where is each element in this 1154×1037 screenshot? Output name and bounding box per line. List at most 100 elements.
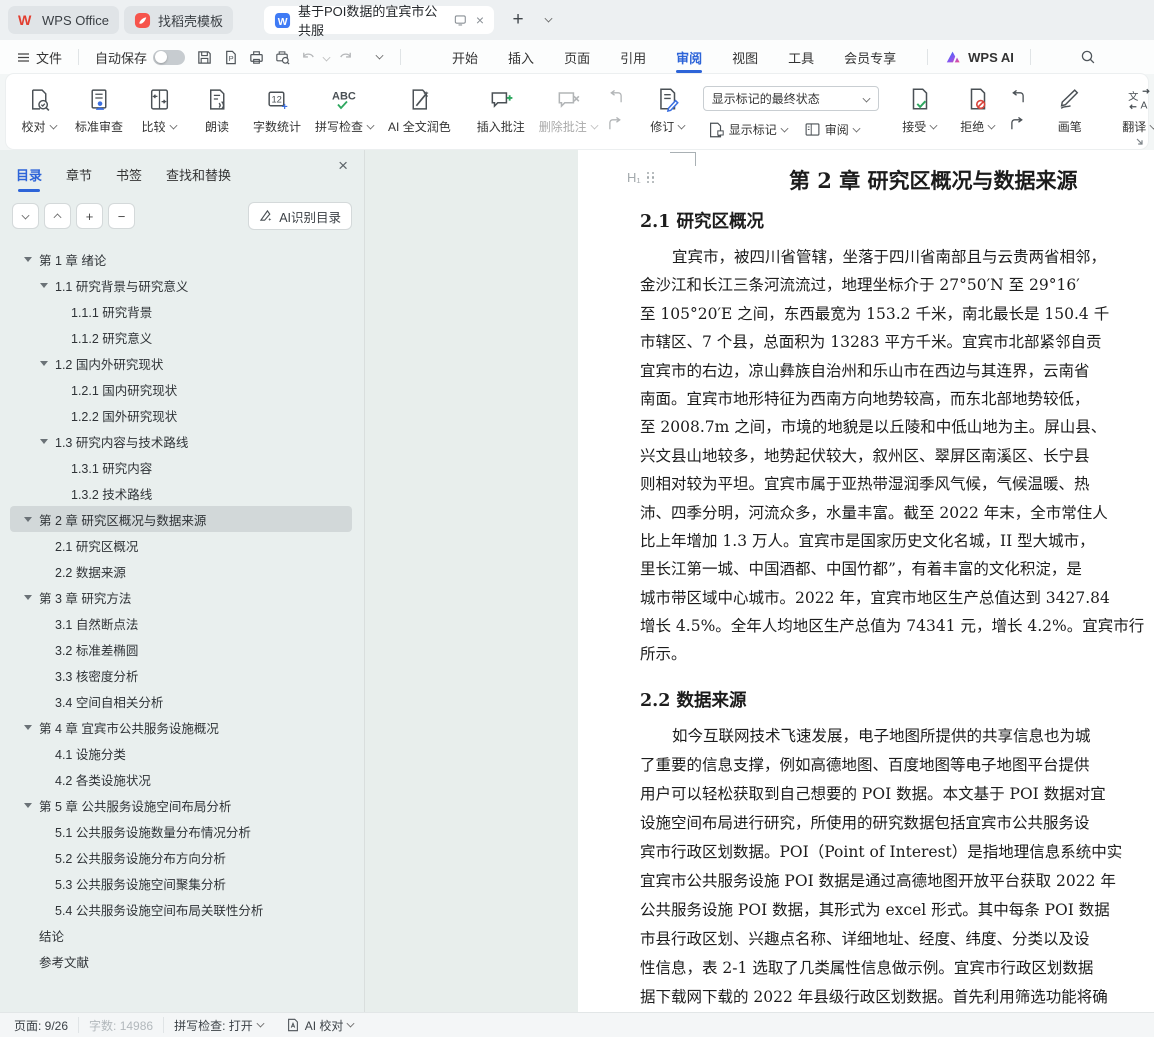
document-page[interactable]: H₁ 第 2 章 研究区概况与数据来源 2.1 研究区概况 宜宾市，被四川省管辖… [578,150,1154,1012]
delete-comment-button[interactable]: 删除批注 [532,79,605,139]
expand-triangle-icon[interactable] [40,361,48,366]
autosave-switch[interactable] [153,50,185,65]
accept-change-button[interactable]: 接受 [891,79,949,139]
toc-item[interactable]: 第 4 章 宜宾市公共服务设施概况 [10,714,352,740]
toc-item[interactable]: 1.1 研究背景与研究意义 [10,272,352,298]
ribbon-tab[interactable]: 审阅 [661,40,717,74]
sidebar-close-icon[interactable]: × [338,156,348,176]
ribbon-expand-icon[interactable] [1134,136,1144,146]
sidebar-tab[interactable]: 目录 [16,165,42,184]
brush-button[interactable]: 画笔 [1041,79,1099,139]
heading-level-badge[interactable]: H₁ [627,170,655,185]
toc-item[interactable]: 第 5 章 公共服务设施空间布局分析 [10,792,352,818]
word-count-button[interactable]: 12 + 字数统计 [246,79,308,139]
toc-item[interactable]: 1.3.2 技术路线 [10,480,352,506]
toc-item[interactable]: 4.2 各类设施状况 [10,766,352,792]
expand-triangle-icon[interactable] [24,595,32,600]
previous-change-button[interactable] [1007,86,1029,108]
toc-item[interactable]: 第 3 章 研究方法 [10,584,352,610]
toc-item[interactable]: 5.4 公共服务设施空间布局关联性分析 [10,896,352,922]
tab-wps-office[interactable]: W WPS Office [8,6,119,34]
toc-item[interactable]: 第 2 章 研究区概况与数据来源 [10,506,352,532]
sidebar-tab[interactable]: 查找和替换 [166,165,231,184]
toc-item[interactable]: 5.1 公共服务设施数量分布情况分析 [10,818,352,844]
autosave-toggle[interactable]: 自动保存 [89,44,191,70]
toc-item[interactable]: 3.4 空间自相关分析 [10,688,352,714]
markup-state-select[interactable]: 显示标记的最终状态 [703,86,879,111]
track-changes-button[interactable]: 修订 [639,79,697,139]
insert-comment-button[interactable]: 插入批注 [470,79,532,139]
toc-item[interactable]: 1.1.1 研究背景 [10,298,352,324]
toc-item[interactable]: 3.2 标准差椭圆 [10,636,352,662]
toc-item[interactable]: 1.2.1 国内研究现状 [10,376,352,402]
toc-item[interactable]: 4.1 设施分类 [10,740,352,766]
ribbon-tab[interactable]: 页面 [549,40,605,74]
compare-button[interactable]: 比较 [130,79,188,139]
expand-triangle-icon[interactable] [40,439,48,444]
sidebar-tab[interactable]: 章节 [66,165,92,184]
document-canvas[interactable]: H₁ 第 2 章 研究区概况与数据来源 2.1 研究区概况 宜宾市，被四川省管辖… [365,150,1154,1012]
toc-item[interactable]: 1.3.1 研究内容 [10,454,352,480]
tab-list-chevron-icon[interactable] [534,8,558,32]
ribbon-tab[interactable]: 工具 [773,40,829,74]
ribbon-tab[interactable]: 引用 [605,40,661,74]
standard-review-button[interactable]: 标准审查 [68,79,130,139]
toc-item[interactable]: 1.2 国内外研究现状 [10,350,352,376]
expand-all-button[interactable] [44,203,71,229]
word-count-indicator[interactable]: 字数: 14986 [89,1017,153,1034]
toc-item[interactable]: 2.2 数据来源 [10,558,352,584]
page-indicator[interactable]: 页面: 9/26 [14,1017,68,1034]
collapse-all-button[interactable] [12,203,39,229]
toc-item[interactable]: 2.1 研究区概况 [10,532,352,558]
toc-item[interactable]: 5.2 公共服务设施分布方向分析 [10,844,352,870]
ribbon-tab[interactable]: 插入 [493,40,549,74]
review-pane-button[interactable]: 审阅 [800,118,864,141]
drag-handle-icon[interactable] [647,172,655,184]
toc-item[interactable]: 1.3 研究内容与技术路线 [10,428,352,454]
next-change-button[interactable] [1007,113,1029,135]
toc-item[interactable]: 结论 [10,922,352,948]
close-tab-icon[interactable]: × [476,13,484,27]
export-pdf-button[interactable]: P [219,46,241,68]
toc-item[interactable]: 1.1.2 研究意义 [10,324,352,350]
toc-item[interactable]: 3.1 自然断点法 [10,610,352,636]
print-button[interactable] [245,46,267,68]
spell-check-status[interactable]: 拼写检查: 打开 [174,1017,264,1034]
ai-polish-button[interactable]: AI 全文润色 [381,79,458,139]
reject-change-button[interactable]: 拒绝 [949,79,1007,139]
save-button[interactable] [193,46,215,68]
expand-triangle-icon[interactable] [24,517,32,522]
ribbon-tab[interactable]: 开始 [437,40,493,74]
zoom-in-outline-button[interactable]: + [76,203,103,229]
toc-item[interactable]: 1.2.2 国外研究现状 [10,402,352,428]
translate-button[interactable]: 文 A 翻译 [1111,79,1154,139]
tab-document-active[interactable]: W 基于POI数据的宜宾市公共服 × [264,6,494,34]
ribbon-tab[interactable]: 视图 [717,40,773,74]
tab-docer-templates[interactable]: 找稻壳模板 [124,6,233,34]
toc-item[interactable]: 第 1 章 绪论 [10,246,352,272]
ribbon-tab[interactable]: 会员专享 [829,40,911,74]
proofread-button[interactable]: 校对 [10,79,68,139]
search-button[interactable] [1077,46,1099,68]
undo-button[interactable] [297,46,319,68]
expand-triangle-icon[interactable] [24,257,32,262]
sidebar-tab[interactable]: 书签 [116,165,142,184]
ai-recognize-toc-button[interactable]: AI识别目录 [248,202,352,230]
toolbar-options-chevron-icon[interactable] [366,46,388,68]
new-tab-button[interactable]: + [506,8,530,32]
device-screen-icon[interactable] [454,13,467,27]
read-aloud-button[interactable]: 朗读 [188,79,246,139]
expand-triangle-icon[interactable] [40,283,48,288]
print-preview-button[interactable] [271,46,293,68]
toc-item[interactable]: 参考文献 [10,948,352,974]
show-markup-button[interactable]: 显示标记 [703,118,792,141]
file-menu[interactable]: 文件 [10,44,68,70]
zoom-out-outline-button[interactable]: − [108,203,135,229]
redo-button[interactable] [334,46,356,68]
expand-triangle-icon[interactable] [24,725,32,730]
ai-proofread-status[interactable]: AI 校对 [286,1017,355,1034]
spell-check-button[interactable]: ABC 拼写检查 [308,79,381,139]
undo-history-chevron-icon[interactable] [323,53,331,61]
next-comment-button[interactable] [605,113,627,135]
toc-item[interactable]: 3.3 核密度分析 [10,662,352,688]
